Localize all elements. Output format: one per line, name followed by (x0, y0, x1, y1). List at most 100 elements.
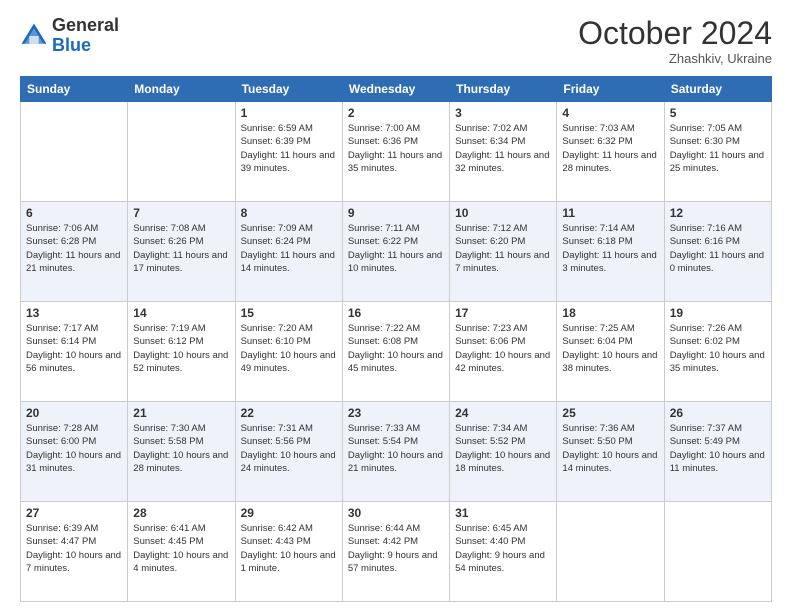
calendar-cell: 18 Sunrise: 7:25 AM Sunset: 6:04 PM Dayli… (557, 302, 664, 402)
calendar-cell: 20Sunrise: 7:28 AM Sunset: 6:00 PM Dayli… (21, 402, 128, 502)
day-number: 3 (455, 106, 551, 120)
day-number: 28 (133, 506, 229, 520)
calendar-cell: 24Sunrise: 7:34 AM Sunset: 5:52 PM Dayli… (450, 402, 557, 502)
day-detail: Sunrise: 7:12 AM Sunset: 6:20 PM Dayligh… (455, 222, 551, 275)
calendar-cell: 16 Sunrise: 7:22 AM Sunset: 6:08 PM Dayli… (342, 302, 449, 402)
calendar-week-2: 6 Sunrise: 7:06 AM Sunset: 6:28 PM Daylig… (21, 202, 772, 302)
calendar-cell: 21 Sunrise: 7:30 AM Sunset: 5:58 PM Dayli… (128, 402, 235, 502)
day-detail: Sunrise: 7:14 AM Sunset: 6:18 PM Dayligh… (562, 222, 658, 275)
day-detail: Sunrise: 7:11 AM Sunset: 6:22 PM Dayligh… (348, 222, 444, 275)
day-detail: Sunrise: 7:25 AM Sunset: 6:04 PM Dayligh… (562, 322, 658, 375)
weekday-header-row: SundayMondayTuesdayWednesdayThursdayFrid… (21, 77, 772, 102)
day-number: 30 (348, 506, 444, 520)
calendar-cell: 1 Sunrise: 6:59 AM Sunset: 6:39 PM Daylig… (235, 102, 342, 202)
day-number: 16 (348, 306, 444, 320)
logo-general: General (52, 15, 119, 35)
calendar-cell: 23Sunrise: 7:33 AM Sunset: 5:54 PM Dayli… (342, 402, 449, 502)
day-number: 7 (133, 206, 229, 220)
title-block: October 2024 Zhashkiv, Ukraine (578, 16, 772, 66)
calendar-cell: 3 Sunrise: 7:02 AM Sunset: 6:34 PM Daylig… (450, 102, 557, 202)
day-detail: Sunrise: 7:30 AM Sunset: 5:58 PM Dayligh… (133, 422, 229, 475)
day-number: 20 (26, 406, 122, 420)
day-number: 12 (670, 206, 766, 220)
day-detail: Sunrise: 6:59 AM Sunset: 6:39 PM Dayligh… (241, 122, 337, 175)
day-detail: Sunrise: 6:41 AM Sunset: 4:45 PM Dayligh… (133, 522, 229, 575)
calendar-cell: 8 Sunrise: 7:09 AM Sunset: 6:24 PM Daylig… (235, 202, 342, 302)
day-detail: Sunrise: 7:03 AM Sunset: 6:32 PM Dayligh… (562, 122, 658, 175)
day-detail: Sunrise: 6:44 AM Sunset: 4:42 PM Dayligh… (348, 522, 444, 575)
day-number: 4 (562, 106, 658, 120)
calendar-cell: 28 Sunrise: 6:41 AM Sunset: 4:45 PM Dayli… (128, 502, 235, 602)
weekday-header-sunday: Sunday (21, 77, 128, 102)
calendar-cell: 9 Sunrise: 7:11 AM Sunset: 6:22 PM Daylig… (342, 202, 449, 302)
day-number: 26 (670, 406, 766, 420)
day-number: 11 (562, 206, 658, 220)
calendar-cell: 29 Sunrise: 6:42 AM Sunset: 4:43 PM Dayli… (235, 502, 342, 602)
calendar-cell: 30 Sunrise: 6:44 AM Sunset: 4:42 PM Dayli… (342, 502, 449, 602)
day-number: 10 (455, 206, 551, 220)
weekday-header-thursday: Thursday (450, 77, 557, 102)
weekday-header-monday: Monday (128, 77, 235, 102)
day-detail: Sunrise: 6:42 AM Sunset: 4:43 PM Dayligh… (241, 522, 337, 575)
calendar-cell (21, 102, 128, 202)
calendar-cell: 2Sunrise: 7:00 AM Sunset: 6:36 PM Daylig… (342, 102, 449, 202)
day-detail: Sunrise: 7:17 AM Sunset: 6:14 PM Dayligh… (26, 322, 122, 375)
calendar-table: SundayMondayTuesdayWednesdayThursdayFrid… (20, 76, 772, 602)
calendar-cell (557, 502, 664, 602)
day-detail: Sunrise: 7:22 AM Sunset: 6:08 PM Dayligh… (348, 322, 444, 375)
logo-blue: Blue (52, 35, 91, 55)
calendar-week-3: 13 Sunrise: 7:17 AM Sunset: 6:14 PM Dayli… (21, 302, 772, 402)
month-title: October 2024 (578, 16, 772, 51)
day-number: 18 (562, 306, 658, 320)
day-detail: Sunrise: 7:08 AM Sunset: 6:26 PM Dayligh… (133, 222, 229, 275)
calendar-cell: 14Sunrise: 7:19 AM Sunset: 6:12 PM Dayli… (128, 302, 235, 402)
calendar-cell: 10 Sunrise: 7:12 AM Sunset: 6:20 PM Dayli… (450, 202, 557, 302)
calendar-cell: 6 Sunrise: 7:06 AM Sunset: 6:28 PM Daylig… (21, 202, 128, 302)
calendar-cell: 4 Sunrise: 7:03 AM Sunset: 6:32 PM Daylig… (557, 102, 664, 202)
logo-text: General Blue (52, 16, 119, 56)
calendar-cell: 25Sunrise: 7:36 AM Sunset: 5:50 PM Dayli… (557, 402, 664, 502)
calendar-cell: 12 Sunrise: 7:16 AM Sunset: 6:16 PM Dayli… (664, 202, 771, 302)
day-detail: Sunrise: 7:37 AM Sunset: 5:49 PM Dayligh… (670, 422, 766, 475)
calendar-cell (664, 502, 771, 602)
day-number: 17 (455, 306, 551, 320)
logo: General Blue (20, 16, 119, 56)
day-number: 25 (562, 406, 658, 420)
day-detail: Sunrise: 6:39 AM Sunset: 4:47 PM Dayligh… (26, 522, 122, 575)
calendar-cell: 27 Sunrise: 6:39 AM Sunset: 4:47 PM Dayli… (21, 502, 128, 602)
calendar-cell: 26 Sunrise: 7:37 AM Sunset: 5:49 PM Dayli… (664, 402, 771, 502)
calendar-cell: 11 Sunrise: 7:14 AM Sunset: 6:18 PM Dayli… (557, 202, 664, 302)
day-detail: Sunrise: 7:09 AM Sunset: 6:24 PM Dayligh… (241, 222, 337, 275)
weekday-header-wednesday: Wednesday (342, 77, 449, 102)
day-detail: Sunrise: 7:23 AM Sunset: 6:06 PM Dayligh… (455, 322, 551, 375)
weekday-header-friday: Friday (557, 77, 664, 102)
day-detail: Sunrise: 7:33 AM Sunset: 5:54 PM Dayligh… (348, 422, 444, 475)
day-detail: Sunrise: 7:00 AM Sunset: 6:36 PM Dayligh… (348, 122, 444, 175)
calendar-cell: 17 Sunrise: 7:23 AM Sunset: 6:06 PM Dayli… (450, 302, 557, 402)
day-number: 29 (241, 506, 337, 520)
day-number: 8 (241, 206, 337, 220)
calendar-week-5: 27 Sunrise: 6:39 AM Sunset: 4:47 PM Dayli… (21, 502, 772, 602)
weekday-header-saturday: Saturday (664, 77, 771, 102)
day-detail: Sunrise: 7:19 AM Sunset: 6:12 PM Dayligh… (133, 322, 229, 375)
day-number: 13 (26, 306, 122, 320)
day-detail: Sunrise: 7:02 AM Sunset: 6:34 PM Dayligh… (455, 122, 551, 175)
day-detail: Sunrise: 6:45 AM Sunset: 4:40 PM Dayligh… (455, 522, 551, 575)
calendar-cell (128, 102, 235, 202)
day-number: 1 (241, 106, 337, 120)
calendar-cell: 19Sunrise: 7:26 AM Sunset: 6:02 PM Dayli… (664, 302, 771, 402)
day-number: 27 (26, 506, 122, 520)
calendar-cell: 7 Sunrise: 7:08 AM Sunset: 6:26 PM Daylig… (128, 202, 235, 302)
page: General Blue October 2024 Zhashkiv, Ukra… (0, 0, 792, 612)
subtitle: Zhashkiv, Ukraine (578, 51, 772, 66)
day-number: 6 (26, 206, 122, 220)
calendar-cell: 5Sunrise: 7:05 AM Sunset: 6:30 PM Daylig… (664, 102, 771, 202)
day-number: 9 (348, 206, 444, 220)
weekday-header-tuesday: Tuesday (235, 77, 342, 102)
day-number: 21 (133, 406, 229, 420)
day-detail: Sunrise: 7:06 AM Sunset: 6:28 PM Dayligh… (26, 222, 122, 275)
day-detail: Sunrise: 7:16 AM Sunset: 6:16 PM Dayligh… (670, 222, 766, 275)
day-number: 31 (455, 506, 551, 520)
calendar-week-4: 20Sunrise: 7:28 AM Sunset: 6:00 PM Dayli… (21, 402, 772, 502)
calendar-week-1: 1 Sunrise: 6:59 AM Sunset: 6:39 PM Daylig… (21, 102, 772, 202)
